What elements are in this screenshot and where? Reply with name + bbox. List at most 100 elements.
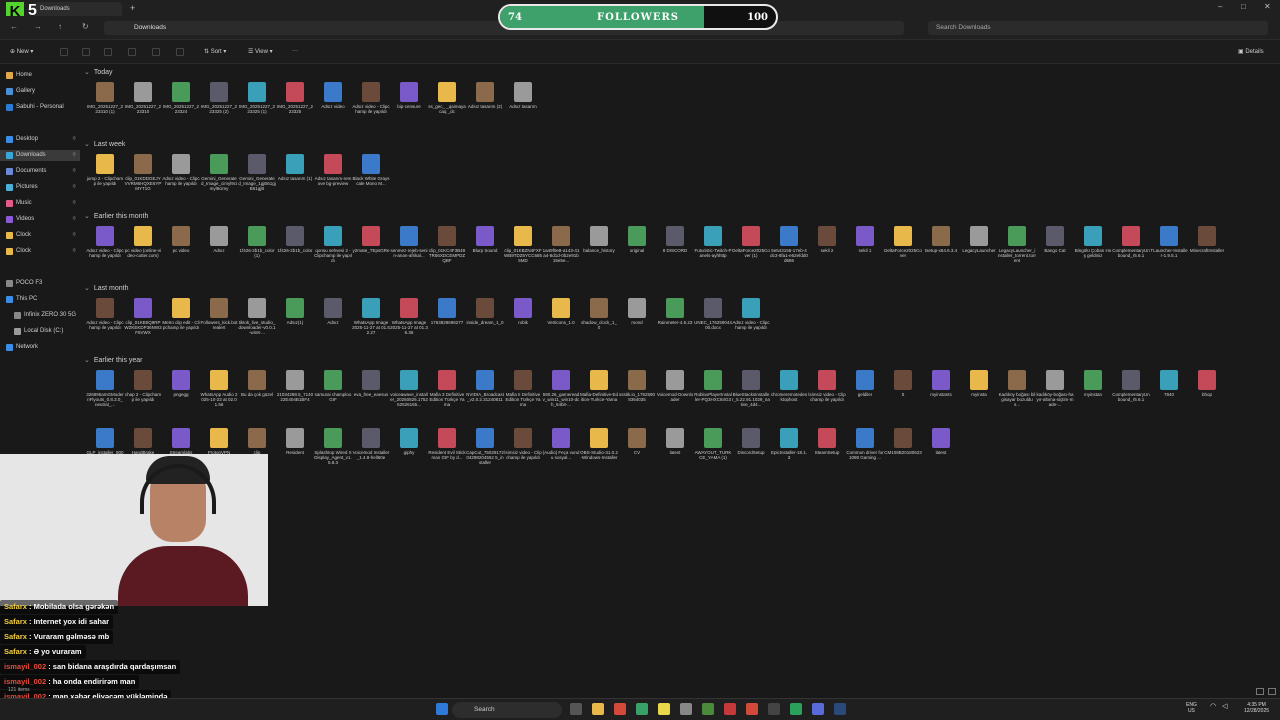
- sidebar-item-music[interactable]: Music ⚲: [0, 198, 80, 209]
- file-item[interactable]: original: [618, 226, 656, 286]
- file-item[interactable]: balance_history: [580, 226, 618, 286]
- sidebar-item-poco-f3[interactable]: POCO F3: [0, 278, 80, 289]
- file-item[interactable]: (Audio) Feça vurulu sosyal...: [542, 428, 580, 488]
- file-item[interactable]: latest: [922, 428, 960, 488]
- pin-icon[interactable]: ⚲: [72, 182, 76, 193]
- cut-icon[interactable]: [60, 48, 68, 56]
- file-item[interactable]: Adsız(1): [276, 298, 314, 358]
- group-header[interactable]: ⌄ Last week: [84, 140, 125, 148]
- file-item[interactable]: robik: [504, 298, 542, 358]
- file-item[interactable]: ComplementaryUnbound_r5.6.1: [1112, 370, 1150, 430]
- file-item[interactable]: RobloxPlayerInstaller-PQ3HXC84G3: [694, 370, 732, 430]
- minecraft-icon[interactable]: [702, 703, 714, 715]
- file-item[interactable]: 1f426-2b1b_color: [276, 226, 314, 286]
- file-item[interactable]: clip_01KBZN4FXFWB9TDZ6YCC6855MD: [504, 226, 542, 286]
- group-header[interactable]: ⌄ Today: [84, 68, 113, 76]
- minimize-button[interactable]: –: [1218, 2, 1222, 11]
- pin-icon[interactable]: ⚲: [72, 166, 76, 177]
- sidebar-item-network[interactable]: Network: [0, 342, 80, 353]
- file-item[interactable]: Resident: [276, 428, 314, 488]
- refresh-icon[interactable]: ↻: [82, 22, 89, 31]
- file-item[interactable]: Adsız: [314, 298, 352, 358]
- file-item[interactable]: clip_01KC4F3B49TR56XDCEMPDZQBF: [428, 226, 466, 286]
- file-item[interactable]: Futuristic-Twitch-Panels-ayhhttp: [694, 226, 732, 286]
- file-item[interactable]: sekil 1: [846, 226, 884, 286]
- file-item[interactable]: IMG_20251227_223325 (1): [238, 82, 276, 142]
- file-item[interactable]: Black White Grayscale Mono M...: [352, 154, 390, 214]
- file-item[interactable]: myinstants: [922, 370, 960, 430]
- group-header[interactable]: ⌄ Last month: [84, 284, 129, 292]
- delete-icon[interactable]: [176, 48, 184, 56]
- copy-icon[interactable]: [82, 48, 90, 56]
- file-item[interactable]: CV: [618, 428, 656, 488]
- file-item[interactable]: AWAYOUT_TURKCE_YAMA (1): [694, 428, 732, 488]
- sidebar-item-downloads[interactable]: Downloads ⚲: [0, 150, 80, 161]
- details-button[interactable]: ▣ Details: [1238, 48, 1264, 55]
- pin-icon[interactable]: ⚲: [72, 198, 76, 209]
- file-item[interactable]: Adsız tasarım (2): [466, 82, 504, 142]
- pin-icon[interactable]: ⚲: [72, 150, 76, 161]
- file-item[interactable]: 1f426-2b1b_color (1): [238, 226, 276, 286]
- sidebar-item-home[interactable]: Home: [0, 70, 80, 81]
- obs-icon[interactable]: [768, 703, 780, 715]
- file-item[interactable]: Mafia 3 Definitive Edition Türkçe Yama: [428, 370, 466, 430]
- sidebar-item-gallery[interactable]: Gallery: [0, 86, 80, 97]
- file-item[interactable]: İsimsiz video - Clipchamp ile yapıldı: [808, 370, 846, 430]
- search-input[interactable]: Search Downloads: [928, 21, 1268, 35]
- taskbar-search[interactable]: Search: [452, 702, 562, 718]
- file-item[interactable]: LegacyLauncher: [960, 226, 998, 286]
- file-item[interactable]: bip-censure: [390, 82, 428, 142]
- store-icon[interactable]: [680, 703, 692, 715]
- file-item[interactable]: Verticons_1.0: [542, 298, 580, 358]
- file-item[interactable]: jump 2 - Clipchamp ile yapıldı: [86, 154, 124, 214]
- file-item[interactable]: senmez-rejeb-senin-anan-afrikal...: [390, 226, 428, 286]
- file-item[interactable]: Followers_kick.botrealert: [200, 298, 238, 358]
- file-item[interactable]: Gemini_Generated_Image_cimyl9cimyl9cimy: [200, 154, 238, 214]
- file-item[interactable]: Adsız video - Clipchamp ile yapıldı: [86, 298, 124, 358]
- steam-icon[interactable]: [834, 703, 846, 715]
- file-item[interactable]: chap 2 - Clipchamp ile yapıldı: [124, 370, 162, 430]
- group-header[interactable]: ⌄ Earlier this month: [84, 212, 148, 220]
- file-item[interactable]: 7840: [1150, 370, 1188, 430]
- file-item[interactable]: Rainmeter-4.5.23: [656, 298, 694, 358]
- file-item[interactable]: CapCut_7502917204298204552 5_installer: [466, 428, 504, 488]
- file-item[interactable]: Voicemod-Downloader: [656, 370, 694, 430]
- file-item[interactable]: Common driver for 1088 Gaming ...: [846, 428, 884, 488]
- sidebar-item-local-disk-c-[interactable]: Local Disk (C:): [0, 326, 80, 337]
- file-item[interactable]: samurai champloo GIF: [314, 370, 352, 430]
- file-item[interactable]: BlueStacksInstaller_5.22.91.1029_native_…: [732, 370, 770, 430]
- file-item[interactable]: 5e543158-17eb-4dc3-8fa1-e62efdd0d686: [770, 226, 808, 286]
- share-icon[interactable]: [152, 48, 160, 56]
- file-item[interactable]: Bango Cat: [1036, 226, 1074, 286]
- chrome-2-icon[interactable]: [746, 703, 758, 715]
- file-item[interactable]: Metro clip edit - Clipchamp ile yapıldı: [162, 298, 200, 358]
- file-item[interactable]: Adsız video: [314, 82, 352, 142]
- file-item[interactable]: UNEC_17625904400.docx: [694, 298, 732, 358]
- file-item[interactable]: mond: [618, 298, 656, 358]
- file-item[interactable]: Splashtop Wired XDisplay_Agent_v1.5.8.3: [314, 428, 352, 488]
- file-item[interactable]: ss_gec_ _qaimayacaq _dc: [428, 82, 466, 142]
- file-item[interactable]: Kadıköy boğası bilgisayar bozuldu s...: [998, 370, 1036, 430]
- file-item[interactable]: IMG_20251227_223325: [276, 82, 314, 142]
- clock[interactable]: 4:35 PM 12/28/2025: [1244, 702, 1269, 714]
- sidebar-item-clock[interactable]: Clock ⚲: [0, 230, 80, 241]
- file-item[interactable]: SteamSetup: [808, 428, 846, 488]
- file-item[interactable]: 1763829698277: [428, 298, 466, 358]
- task-view-icon[interactable]: [570, 703, 582, 715]
- sidebar-item-this-pc[interactable]: This PC: [0, 294, 80, 305]
- back-icon[interactable]: ←: [10, 22, 18, 31]
- up-icon[interactable]: ↑: [58, 22, 62, 31]
- file-item[interactable]: WhatsApp Image 2025-11-27 at 01.36.36: [390, 298, 428, 358]
- edge-icon[interactable]: [636, 703, 648, 715]
- file-item[interactable]: eva_free_eaesus: [352, 370, 390, 430]
- file-item[interactable]: y2mate_TEpsGRe: [352, 226, 390, 286]
- file-item[interactable]: DeltaForce2025Cover (1): [732, 226, 770, 286]
- file-item[interactable]: IMG_20251227_223325 (2): [200, 82, 238, 142]
- file-item[interactable]: ComplementaryUnbound_r5.6.1: [1112, 226, 1150, 286]
- file-item[interactable]: pc video: [162, 226, 200, 286]
- file-item[interactable]: Bingölü Çoban Hoş geldiniz: [1074, 226, 1112, 286]
- file-item[interactable]: inside_dream_1_0: [466, 298, 504, 358]
- file-item[interactable]: Gemini_Generated_Image_1gjB61gjB61gjB: [238, 154, 276, 214]
- file-item[interactable]: IMG_20251227_223310 (1): [86, 82, 124, 142]
- sidebar-item-documents[interactable]: Documents ⚲: [0, 166, 80, 177]
